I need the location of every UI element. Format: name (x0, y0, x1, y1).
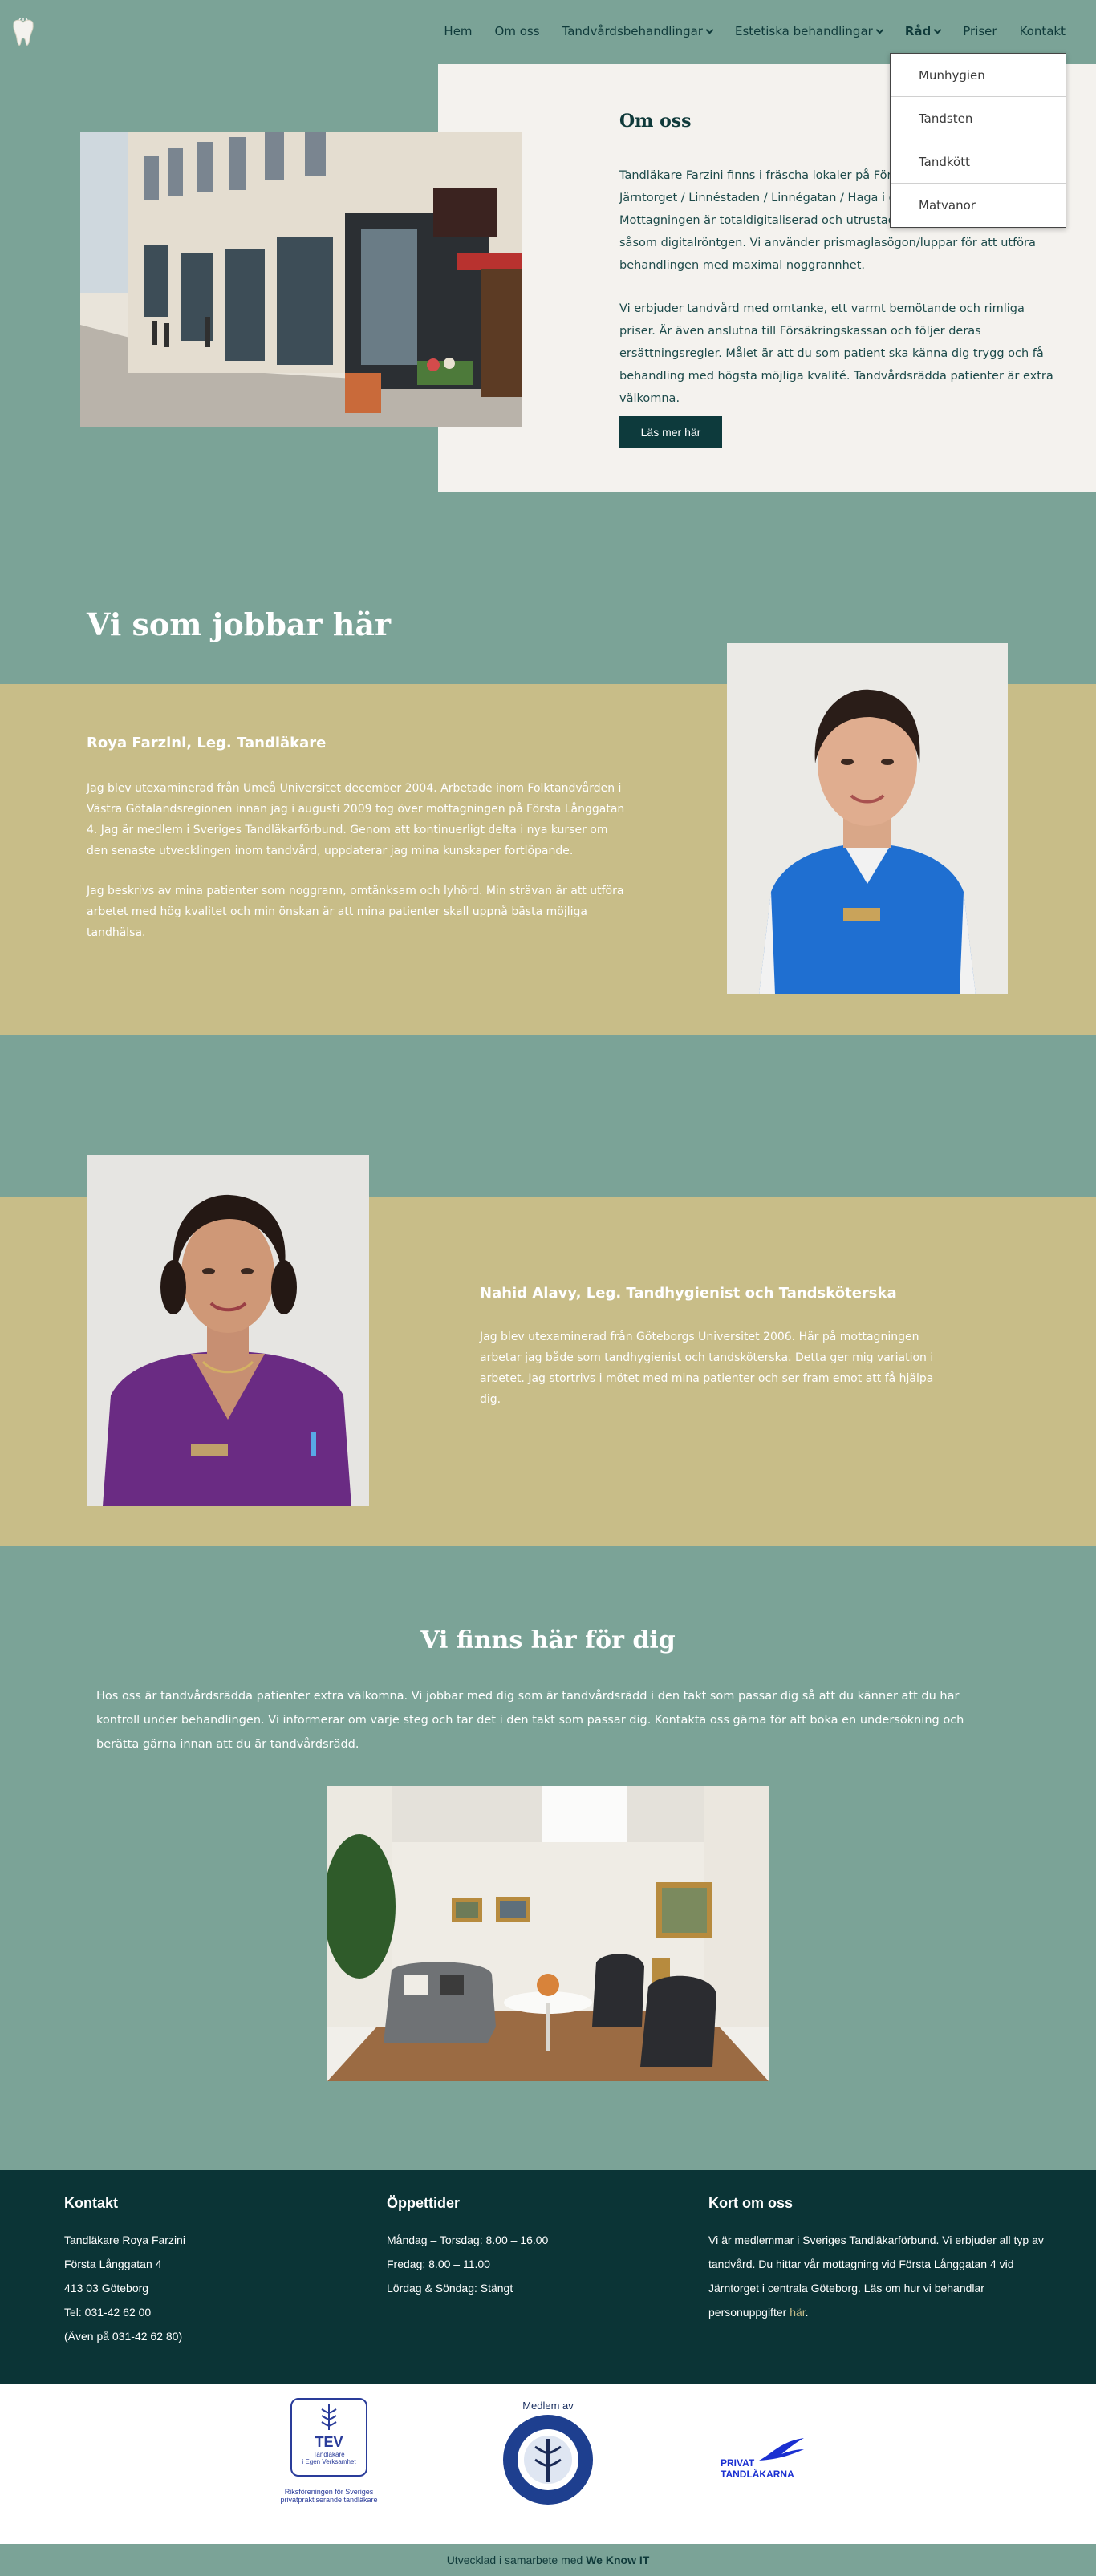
about-title: Om oss (619, 111, 692, 132)
hours-line: Fredag: 8.00 – 11.00 (387, 2258, 490, 2270)
privat-line2: TANDLÄKARNA (721, 2469, 794, 2480)
credits-bar: Utvecklad i samarbete med We Know IT (0, 2544, 1096, 2576)
main-nav: Hem Om oss Tandvårdsbehandlingar Estetis… (432, 22, 1077, 40)
hours-line: Lördag & Söndag: Stängt (387, 2282, 513, 2295)
tev-logo[interactable]: TEV Tandläkare i Egen Verksamhet Riksför… (273, 2398, 385, 2504)
chevron-down-icon (705, 26, 714, 34)
credits-text: Utvecklad i samarbete med (446, 2554, 587, 2566)
team-title: Vi som jobbar här (87, 606, 392, 642)
tev-name: TEV (315, 2434, 343, 2450)
nav-item-estetiska-behandlingar[interactable]: Estetiska behandlingar (724, 22, 894, 40)
menu-item-munhygien[interactable]: Munhygien (891, 54, 1066, 97)
contact-line: Tandläkare Roya Farzini (64, 2234, 185, 2246)
about-paragraph: Vi erbjuder tandvård med omtanke, ett va… (619, 302, 1053, 405)
wave-icon (759, 2438, 804, 2461)
waiting-room-photo (323, 1786, 769, 2081)
footer-heading: Kontakt (64, 2195, 118, 2211)
hours-line: Måndag – Torsdag: 8.00 – 16.00 (387, 2234, 549, 2246)
tooth-logo-icon[interactable] (10, 18, 37, 50)
contact-line: 413 03 Göteborg (64, 2282, 149, 2295)
stf-logo[interactable]: Medlem av (496, 2400, 600, 2512)
nav-item-kontakt[interactable]: Kontakt (1009, 22, 1077, 40)
member-bio: Jag blev utexaminerad från Umeå Universi… (87, 778, 632, 962)
nav-item-hem[interactable]: Hem (432, 22, 483, 40)
contact-phone[interactable]: Tel: 031-42 62 00 (64, 2300, 337, 2324)
tev-caption: privatpraktiserande tandläkare (280, 2496, 378, 2504)
menu-item-tandsten[interactable]: Tandsten (891, 97, 1066, 140)
footer-contact: Kontakt Tandläkare Roya Farzini Första L… (64, 2195, 337, 2348)
here-title: Vi finns här för dig (420, 1626, 676, 1655)
footer-about-text: Vi är medlemmar i Sveriges Tandläkarförb… (708, 2228, 1045, 2324)
rad-dropdown-menu: Munhygien Tandsten Tandkött Matvanor (890, 53, 1066, 228)
footer-hours: Öppettider Måndag – Torsdag: 8.00 – 16.0… (387, 2195, 692, 2300)
footer-heading: Öppettider (387, 2195, 461, 2211)
member-name: Roya Farzini, Leg. Tandläkare (87, 735, 327, 751)
menu-item-matvanor[interactable]: Matvanor (891, 184, 1066, 227)
member-bio-paragraph: Jag blev utexaminerad från Umeå Universi… (87, 782, 625, 857)
nav-item-priser[interactable]: Priser (952, 22, 1008, 40)
credits-link[interactable]: We Know IT (586, 2554, 649, 2566)
menu-item-tandkott[interactable]: Tandkött (891, 140, 1066, 184)
tev-caption: Riksföreningen för Sveriges (284, 2488, 374, 2496)
contact-phone-alt[interactable]: (Även på 031-42 62 80) (64, 2324, 337, 2348)
footer-heading: Kort om oss (708, 2195, 794, 2211)
footer-about: Kort om oss Vi är medlemmar i Sveriges T… (708, 2195, 1045, 2324)
caduceus-icon (321, 2404, 337, 2430)
member-bio-paragraph: Jag beskrivs av mina patienter som noggr… (87, 885, 624, 939)
footer-about-end: . (805, 2306, 809, 2319)
tev-sub: Tandläkare (313, 2451, 345, 2458)
privacy-link[interactable]: här (790, 2306, 805, 2319)
member-bio: Jag blev utexaminerad från Göteborgs Uni… (480, 1326, 937, 1429)
contact-line: Första Långgatan 4 (64, 2258, 162, 2270)
member-name: Nahid Alavy, Leg. Tandhygienist och Tand… (480, 1285, 897, 1302)
nav-item-om-oss[interactable]: Om oss (484, 22, 551, 40)
chevron-down-icon (933, 26, 942, 34)
member-bio-paragraph: Jag blev utexaminerad från Göteborgs Uni… (480, 1331, 934, 1406)
here-text: Hos oss är tandvårdsrädda patienter extr… (96, 1690, 964, 1751)
page: Hem Om oss Tandvårdsbehandlingar Estetis… (0, 0, 1096, 2576)
nav-item-tandvardsbehandlingar[interactable]: Tandvårdsbehandlingar (551, 22, 724, 40)
portrait-photo (87, 1155, 369, 1506)
nav-item-rad[interactable]: Råd (894, 22, 952, 40)
partner-logos: TEV Tandläkare i Egen Verksamhet Riksför… (0, 2384, 1096, 2544)
tev-sub: i Egen Verksamhet (302, 2458, 356, 2465)
chevron-down-icon (875, 26, 884, 34)
portrait-photo (727, 643, 1008, 994)
stf-seal-icon (503, 2415, 593, 2505)
storefront-photo (80, 132, 522, 427)
read-more-button[interactable]: Läs mer här (619, 416, 722, 448)
privat-line1: PRIVAT (721, 2457, 755, 2469)
stf-top-text: Medlem av (522, 2400, 574, 2412)
footer-about-body: Vi är medlemmar i Sveriges Tandläkarförb… (708, 2234, 1044, 2319)
